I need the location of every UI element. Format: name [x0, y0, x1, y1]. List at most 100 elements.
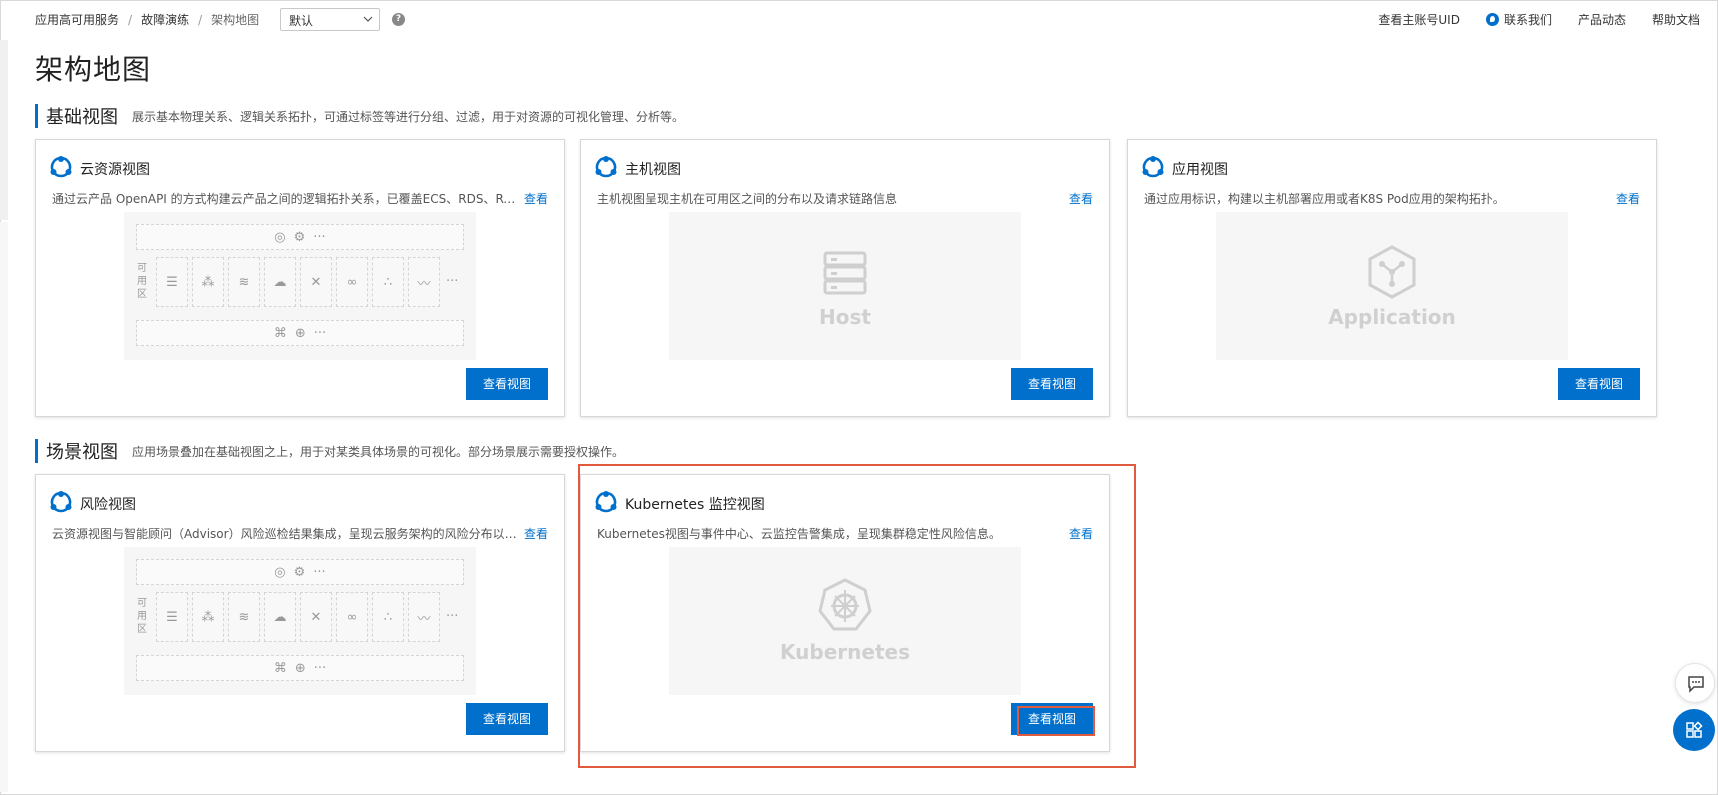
sidebar-collapsed-strip: [0, 40, 8, 220]
network-icon: ⁂: [192, 257, 224, 307]
button-highlight-annotation: [1017, 706, 1095, 736]
global-row: ⌘ ⊕ ···: [136, 320, 464, 346]
breadcrumb-separator: /: [128, 12, 133, 27]
more-icon: ···: [313, 229, 326, 245]
arms-logo-icon: [1142, 156, 1164, 178]
card-title: 云资源视图: [80, 162, 150, 178]
namespace-select[interactable]: 默认: [280, 8, 380, 31]
arms-logo-icon: [595, 156, 617, 178]
server-icon: [823, 251, 867, 295]
card-desc: 云资源视图与智能顾问（Advisor）风险巡检结果集成，呈现云服务架构的风险分布…: [52, 527, 520, 541]
card-title: 主机视图: [625, 162, 681, 178]
help-icon[interactable]: ?: [392, 13, 405, 26]
section-desc: 应用场景叠加在基础视图之上，用于对某类具体场景的可视化。部分场景展示需要授权操作…: [132, 444, 625, 459]
resource-preview: ◎ ⚙ ··· 可用区 ☰ ⁂ ≋ ☁ ✕ ∞ ∴ 〰 ··· ⌘ ⊕ ···: [124, 547, 476, 695]
card-application-view: 应用视图 通过应用标识，构建以主机部署应用或者K8S Pod应用的架构拓扑。 查…: [1127, 139, 1657, 417]
global-row: ⌘ ⊕ ···: [136, 655, 464, 681]
card-view-link[interactable]: 查看: [1069, 190, 1093, 207]
application-preview: Application: [1216, 212, 1568, 360]
card-desc: 通过应用标识，构建以主机部署应用或者K8S Pod应用的架构拓扑。: [1144, 192, 1505, 206]
contact-us-label: 联系我们: [1503, 13, 1552, 27]
chevron-down-icon: [363, 16, 373, 22]
view-map-button[interactable]: 查看视图: [1011, 368, 1093, 400]
section-basic-views: 基础视图 展示基本物理关系、逻辑关系拓扑，可通过标签等进行分组、过滤，用于对资源…: [35, 104, 684, 128]
node-icon: ⌘: [273, 660, 287, 676]
globe-icon: ◎: [274, 564, 286, 580]
network-icon: ⁂: [192, 592, 224, 642]
link-icon: ∞: [336, 257, 368, 307]
sidebar-collapsed-strip-lower: [0, 222, 8, 792]
cross-icon: ✕: [300, 592, 332, 642]
preview-label: Application: [1328, 305, 1456, 329]
breadcrumb-separator: /: [198, 12, 203, 27]
trend-icon: 〰: [408, 592, 440, 642]
cloud-icon: ☁: [264, 592, 296, 642]
zone-label: 可用区: [137, 263, 147, 300]
host-preview: Host: [669, 212, 1021, 360]
link-icon: ∞: [336, 592, 368, 642]
product-news-link[interactable]: 产品动态: [1578, 11, 1626, 28]
card-title: 风险视图: [80, 497, 136, 513]
cluster-icon: ∴: [372, 257, 404, 307]
view-map-button[interactable]: 查看视图: [466, 703, 548, 735]
chat-icon: [1688, 676, 1704, 693]
breadcrumb: 应用高可用服务 / 故障演练 / 架构地图: [35, 11, 259, 28]
section-desc: 展示基本物理关系、逻辑关系拓扑，可通过标签等进行分组、过滤，用于对资源的可视化管…: [132, 109, 685, 124]
more-icon: ···: [446, 609, 459, 624]
view-map-button[interactable]: 查看视图: [466, 368, 548, 400]
region-row: ◎ ⚙ ···: [136, 559, 464, 585]
cross-icon: ✕: [300, 257, 332, 307]
card-view-link[interactable]: 查看: [524, 190, 548, 207]
help-docs-link[interactable]: 帮助文档: [1652, 11, 1700, 28]
card-view-link[interactable]: 查看: [1616, 190, 1640, 207]
card-cloud-resource-view: 云资源视图 通过云产品 OpenAPI 的方式构建云产品之间的逻辑拓扑关系，已覆…: [35, 139, 565, 417]
section-title: 场景视图: [46, 442, 118, 463]
more-icon: ···: [313, 660, 327, 676]
breadcrumb-item-chaos[interactable]: 故障演练: [141, 11, 189, 28]
node-icon: ⌘: [273, 325, 287, 341]
namespace-select-value: 默认: [289, 14, 314, 28]
view-uid-link[interactable]: 查看主账号UID: [1378, 11, 1460, 28]
cloud-icon: ☁: [264, 257, 296, 307]
view-map-button[interactable]: 查看视图: [1558, 368, 1640, 400]
balancer-icon: ⊕: [294, 325, 306, 341]
more-icon: ···: [313, 564, 326, 580]
top-bar: 应用高可用服务 / 故障演练 / 架构地图 默认 ? 查看主账号UID 联系我们…: [0, 0, 1718, 40]
card-view-link[interactable]: 查看: [524, 525, 548, 542]
gear-icon: ⚙: [293, 564, 306, 580]
cluster-icon: ∴: [372, 592, 404, 642]
balancer-icon: ⊕: [294, 660, 306, 676]
region-row: ◎ ⚙ ···: [136, 224, 464, 250]
layers-icon: ≋: [228, 257, 260, 307]
trend-icon: 〰: [408, 257, 440, 307]
more-icon: ···: [313, 325, 327, 341]
section-title: 基础视图: [46, 107, 118, 128]
card-title: 应用视图: [1172, 162, 1228, 178]
server-icon: ☰: [156, 257, 188, 307]
arms-logo-icon: [50, 491, 72, 513]
zone-label: 可用区: [137, 598, 147, 635]
hexagon-app-icon: [1368, 245, 1416, 299]
breadcrumb-item-ahas[interactable]: 应用高可用服务: [35, 11, 119, 28]
card-desc: 主机视图呈现主机在可用区之间的分布以及请求链路信息: [597, 192, 898, 206]
more-icon: ···: [446, 274, 459, 289]
gear-icon: ⚙: [293, 229, 306, 245]
breadcrumb-item-current: 架构地图: [211, 13, 260, 27]
arms-logo-icon: [50, 156, 72, 178]
page-title: 架构地图: [35, 53, 152, 86]
section-scenario-views: 场景视图 应用场景叠加在基础视图之上，用于对某类具体场景的可视化。部分场景展示需…: [35, 439, 624, 463]
apps-grid-icon: [1686, 721, 1703, 738]
preview-label: Host: [819, 305, 871, 329]
apps-float-button[interactable]: [1673, 709, 1715, 751]
server-icon: ☰: [156, 592, 188, 642]
layers-icon: ≋: [228, 592, 260, 642]
globe-icon: ◎: [274, 229, 286, 245]
card-risk-view: 风险视图 云资源视图与智能顾问（Advisor）风险巡检结果集成，呈现云服务架构…: [35, 474, 565, 752]
contact-us-link[interactable]: 联系我们: [1485, 11, 1552, 28]
card-host-view: 主机视图 主机视图呈现主机在可用区之间的分布以及请求链路信息 查看 Host 查…: [580, 139, 1110, 417]
contact-icon: [1485, 13, 1499, 26]
card-desc: 通过云产品 OpenAPI 的方式构建云产品之间的逻辑拓扑关系，已覆盖ECS、R…: [52, 192, 520, 206]
resource-preview: ◎ ⚙ ··· 可用区 ☰ ⁂ ≋ ☁ ✕ ∞ ∴ 〰 ··· ⌘ ⊕ ···: [124, 212, 476, 360]
chat-float-button[interactable]: [1675, 663, 1715, 703]
top-links: 查看主账号UID 联系我们 产品动态 帮助文档: [1352, 11, 1700, 28]
